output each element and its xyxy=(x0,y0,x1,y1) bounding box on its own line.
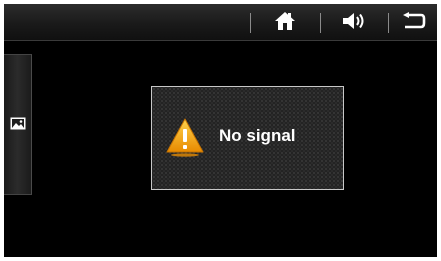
volume-icon xyxy=(342,12,368,34)
top-bar-divider xyxy=(250,13,251,33)
home-button[interactable] xyxy=(262,8,308,38)
warning-icon xyxy=(165,117,205,157)
volume-button[interactable] xyxy=(330,8,380,38)
screen: No signal xyxy=(4,4,437,257)
top-bar xyxy=(4,4,437,41)
top-bar-divider xyxy=(388,13,389,33)
image-icon xyxy=(10,115,26,134)
no-signal-dialog: No signal xyxy=(151,86,344,190)
back-icon xyxy=(402,12,426,34)
home-icon xyxy=(274,11,296,35)
back-button[interactable] xyxy=(394,8,434,38)
no-signal-message: No signal xyxy=(219,126,296,145)
top-bar-divider xyxy=(320,13,321,33)
media-side-tab[interactable] xyxy=(4,54,32,195)
